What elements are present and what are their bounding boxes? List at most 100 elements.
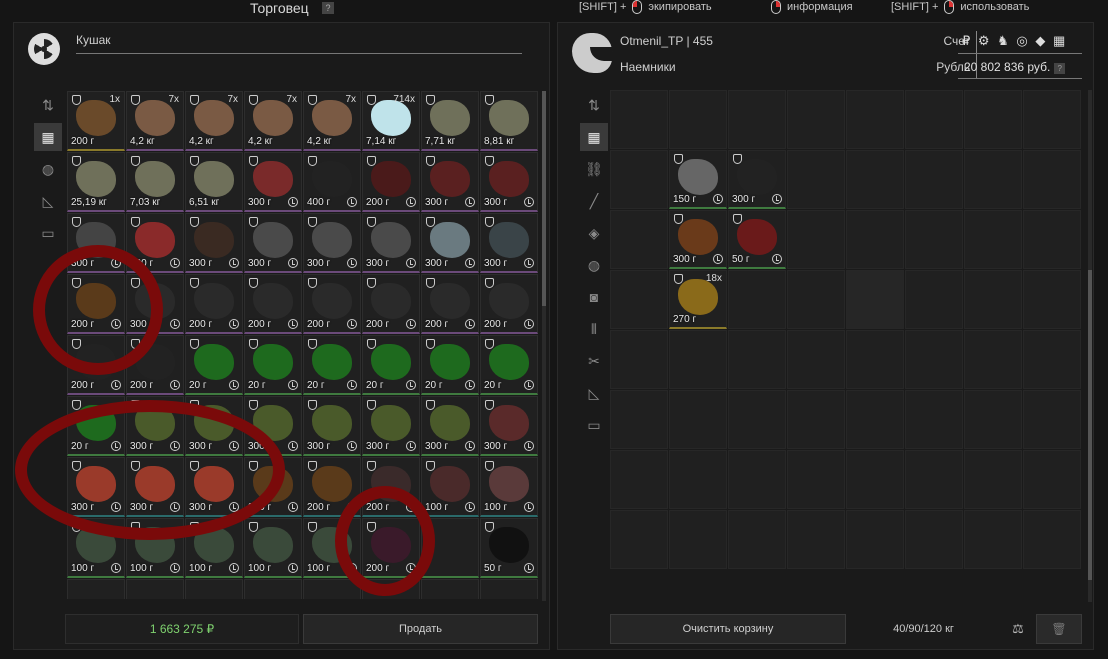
ruler-icon[interactable]: ◺ [580,379,608,407]
empty-slot[interactable] [610,390,668,449]
item-slot[interactable]: 300 г [421,152,479,212]
sort-icon[interactable]: ⇅ [34,91,62,119]
item-slot[interactable]: 200 г [421,274,479,334]
empty-slot[interactable] [787,510,845,569]
empty-slot[interactable] [1023,450,1081,509]
item-slot[interactable]: 50 г [728,210,786,269]
empty-slot[interactable] [610,510,668,569]
empty-slot[interactable] [787,390,845,449]
item-slot[interactable]: 300 г [185,213,243,273]
empty-slot[interactable] [787,90,845,149]
item-slot[interactable]: 200 г [362,457,420,517]
empty-slot[interactable] [728,390,786,449]
item-slot[interactable]: 200 г [362,274,420,334]
item-slot[interactable]: 300 г [303,396,361,456]
item-slot[interactable]: 200 г [480,274,538,334]
item-slot[interactable]: 7x 4,2 кг [303,91,361,151]
empty-slot[interactable] [846,210,904,269]
empty-slot[interactable] [728,270,786,329]
item-slot[interactable]: 50 г [480,518,538,578]
empty-slot[interactable] [610,210,668,269]
empty-slot[interactable] [1023,270,1081,329]
empty-slot[interactable] [787,150,845,209]
currency-icons[interactable]: ₽ ⚙ ♞ ◎ ◆ ▦ [962,33,1067,49]
item-slot[interactable]: 300 г [669,210,727,269]
item-slot[interactable]: 200 г [303,457,361,517]
item-slot[interactable]: 400 г [303,152,361,212]
empty-slot[interactable] [1023,510,1081,569]
sphere-icon[interactable]: ◍ [580,251,608,279]
empty-slot[interactable] [610,450,668,509]
item-slot[interactable]: 200 г [362,152,420,212]
box-icon[interactable]: ▭ [580,411,608,439]
empty-slot[interactable] [1023,330,1081,389]
empty-slot[interactable] [964,330,1022,389]
item-slot[interactable] [362,579,420,599]
item-slot[interactable]: 100 г [421,457,479,517]
item-slot[interactable]: 300 г [362,213,420,273]
empty-slot[interactable] [905,450,963,509]
empty-slot[interactable] [610,90,668,149]
rifle-icon[interactable]: ╱ [580,187,608,215]
grid-icon[interactable]: ▦ [34,123,62,151]
camera-icon[interactable]: ◙ [580,283,608,311]
help-icon[interactable]: ? [1054,63,1066,74]
empty-slot[interactable] [846,150,904,209]
empty-slot[interactable] [1023,150,1081,209]
item-slot[interactable]: 300 г [421,396,479,456]
item-slot[interactable]: 300 г [244,152,302,212]
empty-slot[interactable] [728,90,786,149]
item-slot[interactable]: 20 г [362,335,420,395]
empty-slot[interactable] [669,390,727,449]
item-slot[interactable]: 300 г [244,213,302,273]
empty-slot[interactable] [846,90,904,149]
item-slot[interactable] [67,579,125,599]
item-slot[interactable]: 300 г [126,457,184,517]
grid-icon[interactable]: ▦ [580,123,608,151]
clear-cart-button[interactable]: Очистить корзину [610,614,846,644]
empty-slot[interactable] [728,510,786,569]
empty-slot[interactable] [669,330,727,389]
item-slot[interactable]: 714x 7,14 кг [362,91,420,151]
empty-slot[interactable] [846,510,904,569]
item-slot[interactable]: 7x 4,2 кг [126,91,184,151]
item-slot[interactable]: 200 г [67,274,125,334]
item-slot[interactable]: 200 г [303,274,361,334]
empty-slot[interactable] [728,450,786,509]
item-slot[interactable] [185,579,243,599]
item-slot[interactable]: 100 г [244,518,302,578]
item-slot[interactable]: 8,81 кг [480,91,538,151]
empty-slot[interactable] [787,330,845,389]
item-slot[interactable]: 300 г [244,396,302,456]
empty-slot[interactable] [905,510,963,569]
item-slot[interactable]: 7,71 кг [421,91,479,151]
empty-slot[interactable] [964,510,1022,569]
item-slot[interactable]: 300 г [480,396,538,456]
item-slot[interactable] [421,518,479,578]
sphere-icon[interactable]: ◍ [34,155,62,183]
item-slot[interactable] [126,579,184,599]
item-slot[interactable]: 300 г [421,213,479,273]
empty-slot[interactable] [964,210,1022,269]
item-slot[interactable]: 300 г [728,150,786,209]
item-slot[interactable]: 6,51 кг [185,152,243,212]
item-slot[interactable]: 100 г [480,457,538,517]
item-slot[interactable] [480,579,538,599]
empty-slot[interactable] [905,210,963,269]
empty-slot[interactable] [669,90,727,149]
item-slot[interactable]: 18x 270 г [669,270,727,329]
item-slot[interactable]: 300 г [303,213,361,273]
empty-slot[interactable] [1023,90,1081,149]
empty-slot[interactable] [787,270,845,329]
item-slot[interactable]: 1x 200 г [67,91,125,151]
armor-icon[interactable]: ◈ [580,219,608,247]
empty-slot[interactable] [905,330,963,389]
empty-slot[interactable] [846,270,904,329]
item-slot[interactable]: 20 г [421,335,479,395]
empty-slot[interactable] [787,210,845,269]
item-slot[interactable]: 150 г [669,150,727,209]
empty-slot[interactable] [846,330,904,389]
item-slot[interactable] [421,579,479,599]
empty-slot[interactable] [787,450,845,509]
item-slot[interactable]: 300 г [185,457,243,517]
